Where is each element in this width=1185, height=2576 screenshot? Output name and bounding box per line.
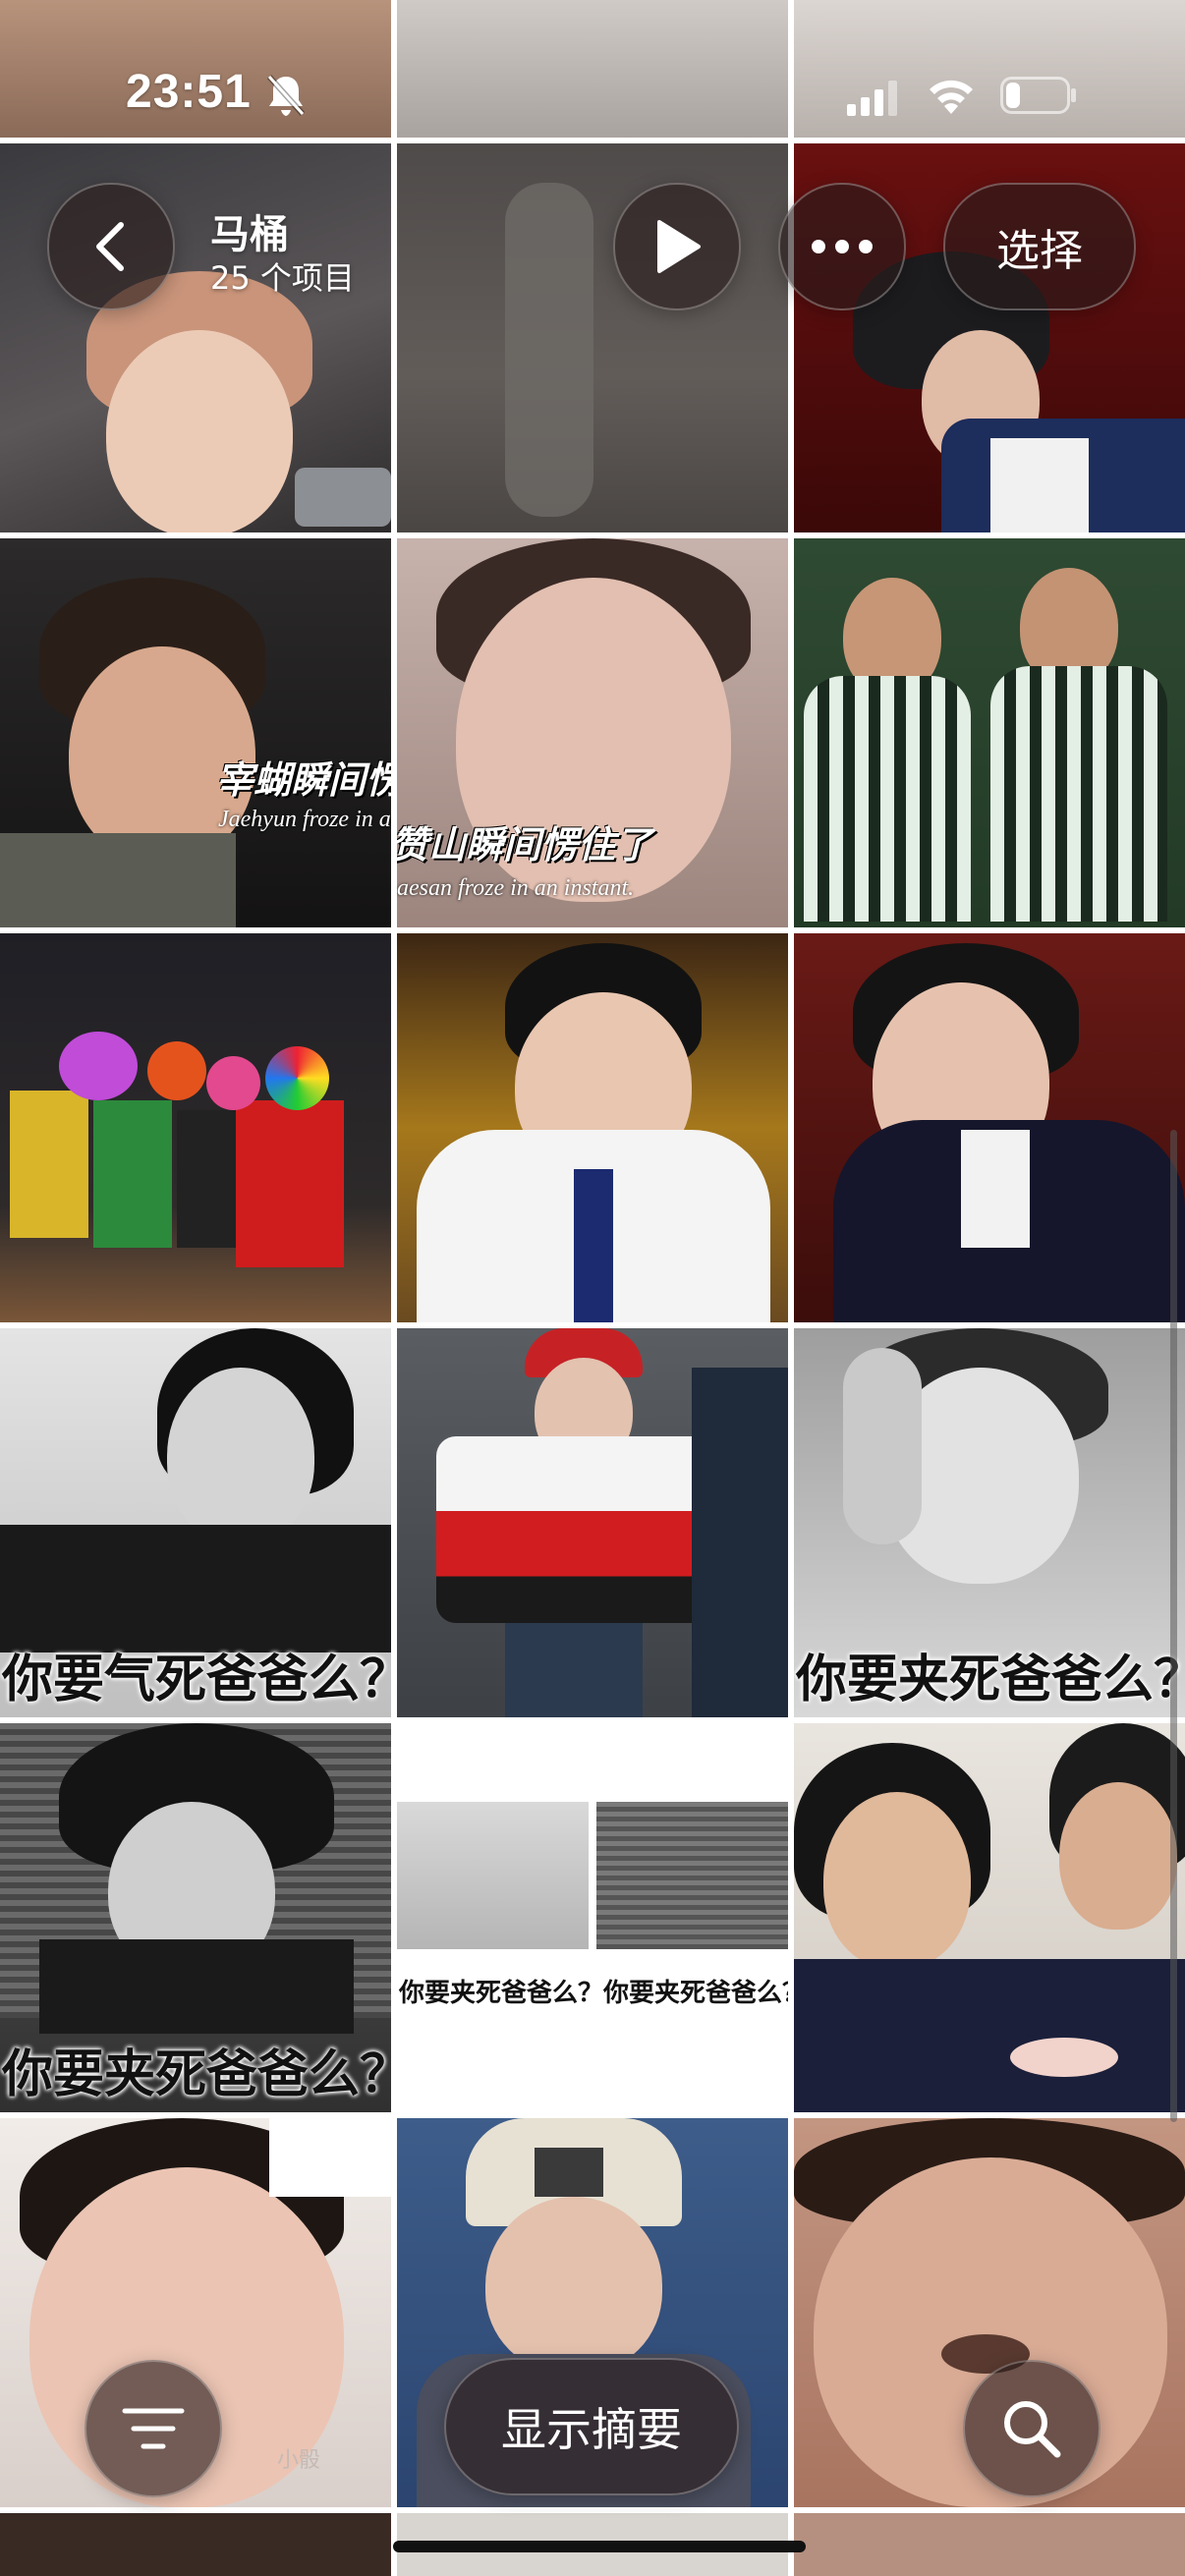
photo-tile[interactable]: [0, 933, 391, 1322]
photo-tile[interactable]: [397, 1328, 788, 1717]
filter-lines-icon: [122, 2408, 185, 2449]
battery-icon: [1000, 77, 1076, 114]
album-title: 马桶: [210, 212, 289, 257]
photo-caption: 你要夹死爸爸么？: [796, 1651, 1185, 1709]
photo-tile[interactable]: 你要夹死爸爸么？: [794, 1328, 1185, 1717]
photo-tile[interactable]: 宰蝴瞬间愣住 Jaehyun froze in an ins: [0, 538, 391, 927]
photo-tile[interactable]: [794, 1723, 1185, 2112]
photo-tile[interactable]: [794, 538, 1185, 927]
scrollbar[interactable]: [1170, 1130, 1177, 2122]
chevron-left-icon: [96, 222, 124, 271]
more-options-button[interactable]: [778, 183, 906, 310]
photo-tile[interactable]: [794, 2513, 1185, 2576]
silent-bell-icon: [266, 74, 306, 117]
photo-overlay-text: 赞山瞬间愣住了: [397, 823, 653, 867]
photo-tile[interactable]: [794, 933, 1185, 1322]
search-icon: [1004, 2401, 1061, 2458]
photo-tile[interactable]: [0, 2513, 391, 2576]
ellipsis-icon: [812, 240, 873, 253]
cellular-signal-icon: [847, 81, 897, 116]
play-icon: [657, 220, 701, 273]
photo-caption: 你要气死爸爸么？: [2, 1651, 391, 1709]
photo-overlay-text: 宰蝴瞬间愣住: [216, 758, 391, 802]
back-button[interactable]: [47, 183, 175, 310]
status-time: 23:51: [126, 66, 252, 118]
photo-overlay-subtitle: Jaehyun froze in an ins: [218, 807, 391, 832]
show-summary-button[interactable]: 显示摘要: [444, 2358, 739, 2495]
filter-sort-button[interactable]: [85, 2360, 222, 2497]
home-indicator[interactable]: [393, 2541, 806, 2552]
photo-tile[interactable]: 赞山瞬间愣住了 aesan froze in an instant.: [397, 538, 788, 927]
photo-tile[interactable]: 你要气死爸爸么？: [0, 1328, 391, 1717]
photo-overlay-subtitle: aesan froze in an instant.: [397, 875, 635, 901]
photo-tile[interactable]: 你要夹死爸爸么？: [0, 1723, 391, 2112]
album-item-count: 25 个项目: [210, 259, 355, 297]
photo-tile[interactable]: 你要夹死爸爸么？你要夹死爸爸么？: [397, 1723, 788, 2112]
status-bar: 23:51: [0, 0, 1185, 138]
photo-tile[interactable]: [397, 933, 788, 1322]
search-button[interactable]: [963, 2360, 1100, 2497]
photo-caption: 你要夹死爸爸么？: [2, 2045, 391, 2104]
photos-album-screen: 宰蝴瞬间愣住 Jaehyun froze in an ins 赞山瞬间愣住了 a…: [0, 0, 1185, 2576]
photo-caption: 你要夹死爸爸么？你要夹死爸爸么？: [399, 1979, 788, 2008]
photo-tile[interactable]: [397, 143, 788, 532]
photo-tile[interactable]: [0, 143, 391, 532]
slideshow-play-button[interactable]: [613, 183, 741, 310]
photo-grid: 宰蝴瞬间愣住 Jaehyun froze in an ins 赞山瞬间愣住了 a…: [0, 0, 1185, 2576]
select-button[interactable]: 选择: [943, 183, 1136, 310]
photo-watermark: 小骰: [277, 2448, 321, 2473]
wifi-icon: [930, 80, 973, 114]
